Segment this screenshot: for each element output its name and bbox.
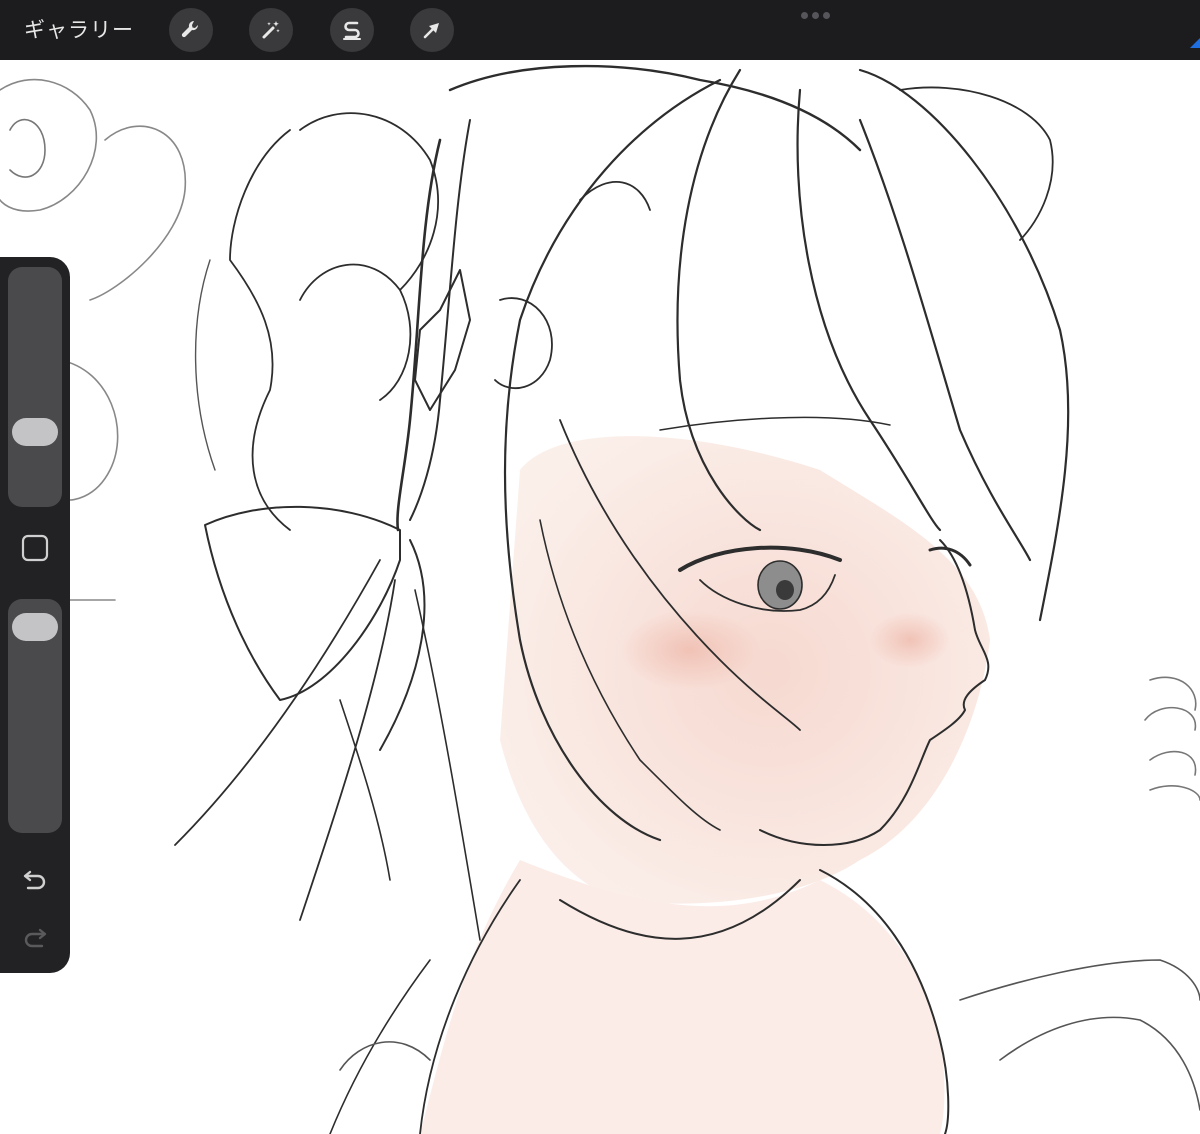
wrench-icon	[181, 20, 199, 38]
redo-icon	[24, 928, 47, 948]
modify-button[interactable]	[16, 529, 54, 567]
adjustments-button[interactable]	[249, 8, 293, 52]
sketch-artwork	[0, 64, 1200, 1134]
magic-wand-icon	[262, 21, 280, 39]
brush-size-thumb[interactable]	[12, 417, 58, 446]
selection-s-icon	[343, 21, 361, 40]
undo-icon	[23, 870, 46, 890]
actions-button[interactable]	[169, 8, 213, 52]
undo-button[interactable]	[16, 860, 54, 898]
toolbar-grabber[interactable]	[801, 12, 830, 19]
brush-opacity-thumb[interactable]	[12, 612, 58, 641]
sidebar	[0, 257, 70, 973]
top-toolbar: ギャラリー	[0, 0, 1200, 60]
gallery-button[interactable]: ギャラリー	[24, 14, 134, 46]
color-swatch-icon[interactable]	[1190, 38, 1200, 48]
brush-opacity-slider[interactable]	[8, 599, 62, 833]
drawing-canvas[interactable]	[0, 60, 1200, 1134]
arrow-cursor-icon	[423, 23, 439, 39]
brush-size-slider[interactable]	[8, 267, 62, 507]
transform-button[interactable]	[410, 8, 454, 52]
square-icon	[21, 534, 49, 562]
selection-button[interactable]	[330, 8, 374, 52]
redo-button[interactable]	[16, 918, 54, 956]
